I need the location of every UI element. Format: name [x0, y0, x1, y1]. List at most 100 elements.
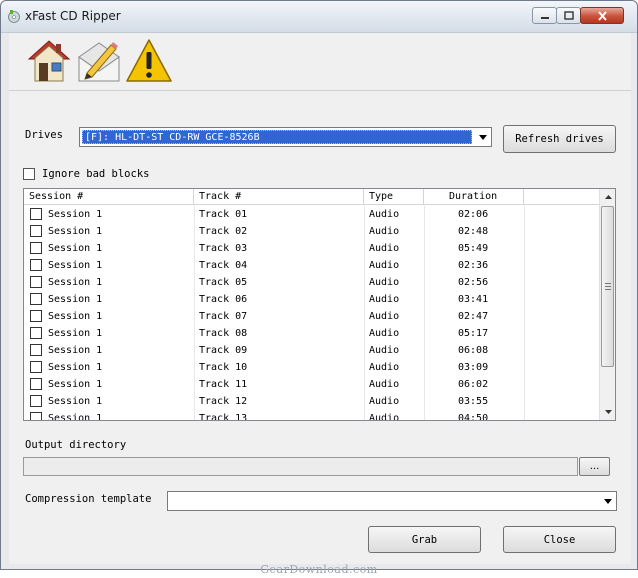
track-duration: 02:56 [458, 277, 489, 288]
track-type: Audio [369, 413, 400, 421]
track-checkbox[interactable] [30, 412, 42, 420]
track-type: Audio [369, 311, 400, 322]
track-row[interactable]: Session 1 Track 11 Audio 06:02 [24, 376, 600, 393]
drives-dropdown[interactable]: [F]: HL-DT-ST CD-RW GCE-8526B [79, 127, 492, 147]
chevron-down-icon [603, 498, 612, 504]
track-row[interactable]: Session 1 Track 12 Audio 03:55 [24, 393, 600, 410]
maximize-button[interactable] [556, 7, 581, 24]
maximize-icon [563, 11, 574, 20]
track-duration: 02:48 [458, 226, 489, 237]
track-checkbox[interactable] [30, 344, 42, 356]
column-header-track[interactable]: Track # [194, 189, 364, 205]
edit-icon [78, 42, 120, 82]
dropdown-arrow[interactable] [474, 128, 491, 146]
track-row[interactable]: Session 1 Track 13 Audio 04:50 [24, 410, 600, 421]
column-header-session[interactable]: Session # [24, 189, 194, 205]
track-type: Audio [369, 209, 400, 220]
track-row[interactable]: Session 1 Track 03 Audio 05:49 [24, 240, 600, 257]
track-checkbox[interactable] [30, 378, 42, 390]
close-window-button[interactable] [580, 7, 624, 24]
title-bar[interactable]: xFast CD Ripper [1, 1, 637, 33]
track-row[interactable]: Session 1 Track 05 Audio 02:56 [24, 274, 600, 291]
track-row[interactable]: Session 1 Track 10 Audio 03:09 [24, 359, 600, 376]
track-number: Track 09 [199, 345, 248, 356]
minimize-icon [540, 16, 549, 19]
track-type: Audio [369, 328, 400, 339]
track-number: Track 13 [199, 413, 248, 421]
ignore-bad-blocks-option[interactable]: Ignore bad blocks [23, 168, 149, 180]
track-list-scrollbar[interactable] [599, 189, 615, 420]
track-session: Session 1 [48, 226, 103, 237]
scroll-down-icon [604, 410, 612, 414]
dropdown-arrow[interactable] [599, 492, 616, 510]
track-session: Session 1 [48, 311, 103, 322]
track-session: Session 1 [48, 362, 103, 373]
track-checkbox[interactable] [30, 208, 42, 220]
track-type: Audio [369, 345, 400, 356]
track-duration: 05:49 [458, 243, 489, 254]
scroll-up-button[interactable] [600, 189, 615, 205]
track-type: Audio [369, 226, 400, 237]
track-duration: 02:47 [458, 311, 489, 322]
warning-icon [126, 39, 172, 82]
column-divider [194, 206, 195, 420]
track-checkbox[interactable] [30, 310, 42, 322]
refresh-drives-button[interactable]: Refresh drives [503, 125, 616, 153]
compression-template-label: Compression template [25, 493, 152, 505]
track-session: Session 1 [48, 260, 103, 271]
close-button[interactable]: Close [503, 526, 616, 553]
output-directory-input[interactable] [23, 457, 578, 476]
warning-tool-button[interactable] [123, 35, 175, 87]
track-checkbox[interactable] [30, 259, 42, 271]
track-row[interactable]: Session 1 Track 08 Audio 05:17 [24, 325, 600, 342]
track-session: Session 1 [48, 294, 103, 305]
track-session: Session 1 [48, 209, 103, 220]
grab-button[interactable]: Grab [368, 526, 481, 553]
track-duration: 03:41 [458, 294, 489, 305]
track-session: Session 1 [48, 243, 103, 254]
track-row[interactable]: Session 1 Track 04 Audio 02:36 [24, 257, 600, 274]
track-duration: 06:02 [458, 379, 489, 390]
track-type: Audio [369, 396, 400, 407]
browse-button[interactable]: ... [579, 457, 610, 476]
chevron-down-icon [478, 134, 487, 140]
app-window: xFast CD Ripper Drives [F]: HL-DT-ST CD-… [0, 0, 638, 570]
track-checkbox[interactable] [30, 361, 42, 373]
edit-tool-button[interactable] [73, 35, 125, 87]
home-tool-button[interactable] [23, 35, 75, 87]
track-row[interactable]: Session 1 Track 07 Audio 02:47 [24, 308, 600, 325]
track-duration: 02:36 [458, 260, 489, 271]
track-duration: 02:06 [458, 209, 489, 220]
ignore-bad-blocks-checkbox[interactable] [23, 168, 35, 180]
track-checkbox[interactable] [30, 225, 42, 237]
track-checkbox[interactable] [30, 395, 42, 407]
track-checkbox[interactable] [30, 276, 42, 288]
track-number: Track 08 [199, 328, 248, 339]
track-number: Track 07 [199, 311, 248, 322]
column-header-type[interactable]: Type [364, 189, 424, 205]
track-row[interactable]: Session 1 Track 06 Audio 03:41 [24, 291, 600, 308]
track-row[interactable]: Session 1 Track 01 Audio 02:06 [24, 206, 600, 223]
track-list-header: Session # Track # Type Duration [24, 189, 600, 205]
track-number: Track 12 [199, 396, 248, 407]
track-type: Audio [369, 362, 400, 373]
track-type: Audio [369, 260, 400, 271]
track-session: Session 1 [48, 379, 103, 390]
home-icon [27, 40, 71, 82]
track-number: Track 03 [199, 243, 248, 254]
track-checkbox[interactable] [30, 327, 42, 339]
track-duration: 04:50 [458, 413, 489, 421]
track-duration: 03:55 [458, 396, 489, 407]
track-checkbox[interactable] [30, 293, 42, 305]
scrollbar-thumb[interactable] [601, 206, 614, 367]
track-list[interactable]: Session # Track # Type Duration Session … [23, 188, 616, 421]
track-session: Session 1 [48, 277, 103, 288]
track-row[interactable]: Session 1 Track 02 Audio 02:48 [24, 223, 600, 240]
track-row[interactable]: Session 1 Track 09 Audio 06:08 [24, 342, 600, 359]
grip-icon [605, 283, 611, 290]
column-header-duration[interactable]: Duration [424, 189, 524, 205]
minimize-button[interactable] [532, 7, 557, 24]
compression-template-dropdown[interactable] [167, 491, 617, 511]
track-checkbox[interactable] [30, 242, 42, 254]
scroll-down-button[interactable] [600, 404, 615, 420]
